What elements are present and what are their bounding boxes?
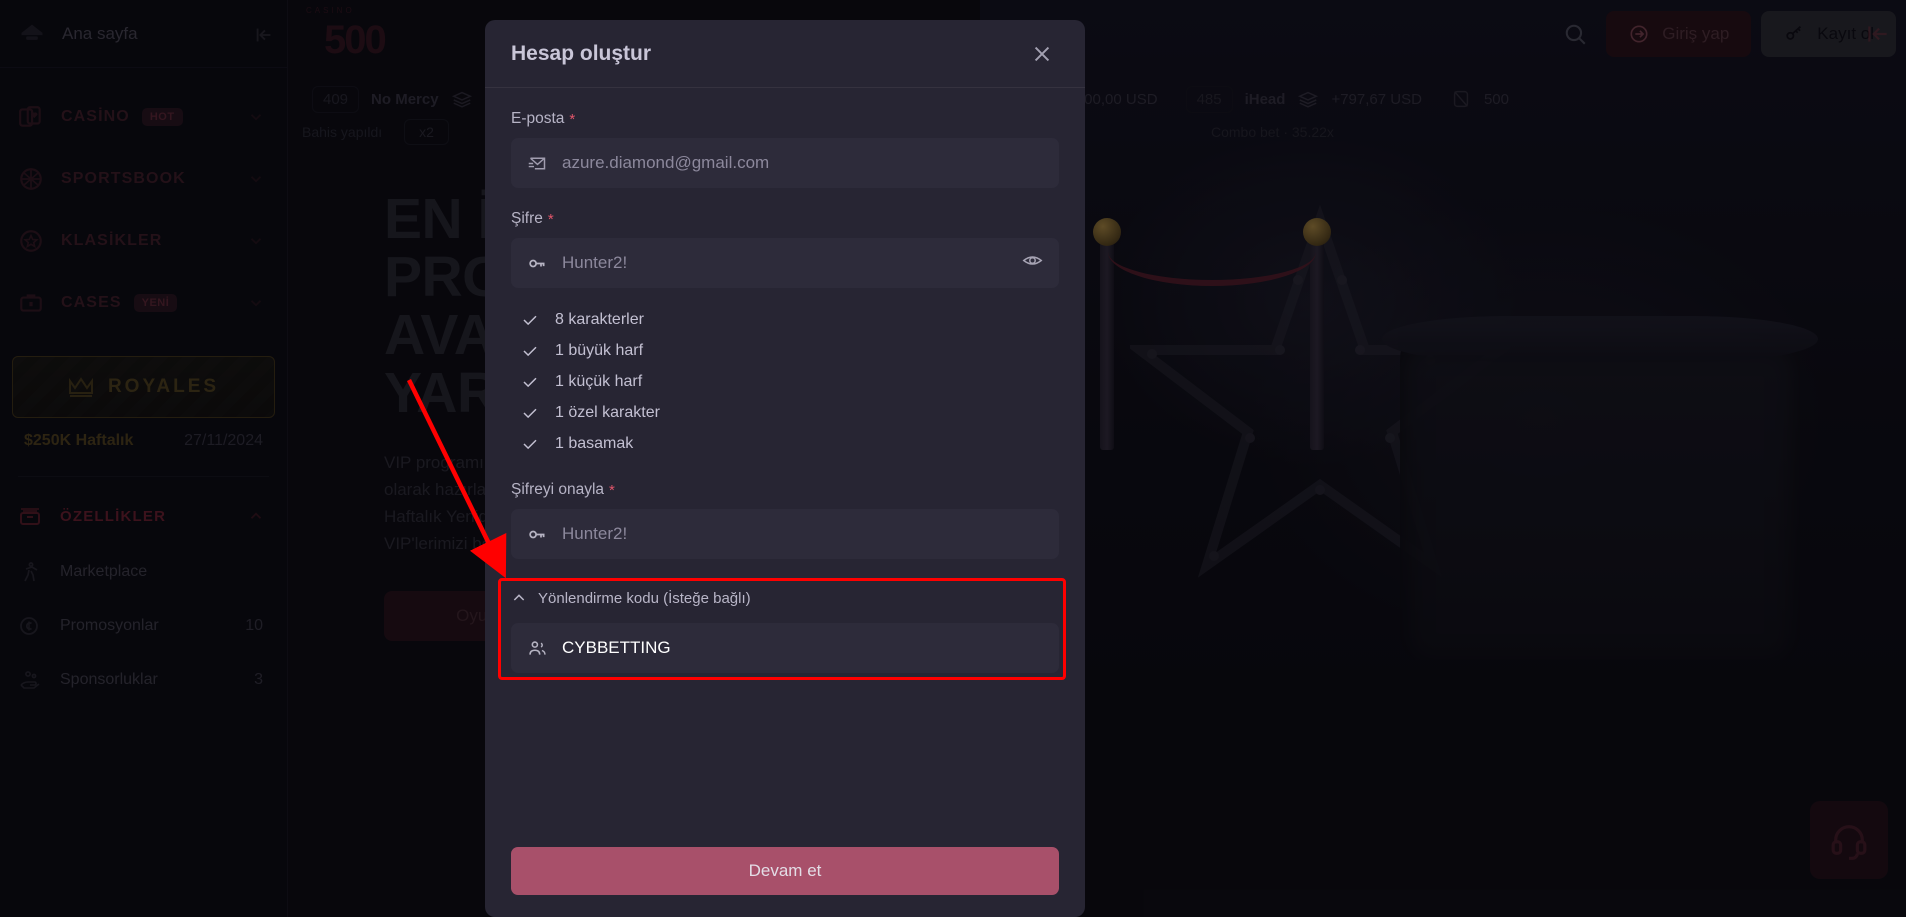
password-label-text: Şifre	[511, 210, 543, 227]
password-requirements-list: 8 karakterler 1 büyük harf 1 küçük harf 1 ö…	[521, 304, 1059, 459]
app-root: EN İYİPROGAVANYARA VIP programımıolarak …	[0, 0, 1906, 917]
password-requirement-label: 1 basamak	[555, 434, 634, 452]
referral-toggle[interactable]: Yönlendirme kodu (İsteğe bağlı)	[511, 581, 1059, 615]
email-label-text: E-posta	[511, 110, 565, 127]
password-requirement-label: 1 büyük harf	[555, 341, 644, 359]
confirm-password-field-label: Şifreyi onayla *	[511, 481, 1059, 499]
password-requirement-label: 1 küçük harf	[555, 372, 643, 390]
password-requirement-row: 1 basamak	[521, 428, 1059, 459]
password-field-label: Şifre *	[511, 210, 1059, 228]
confirm-password-required-marker: *	[609, 481, 615, 499]
confirm-password-label-text: Şifreyi onayla	[511, 481, 605, 498]
modal-header: Hesap oluştur	[485, 20, 1085, 88]
password-requirement-label: 1 özel karakter	[555, 403, 660, 421]
email-field[interactable]: azure.diamond@gmail.com	[511, 138, 1059, 188]
confirm-password-input[interactable]: Hunter2!	[562, 524, 1043, 544]
password-requirement-row: 8 karakterler	[521, 304, 1059, 335]
referral-section: Yönlendirme kodu (İsteğe bağlı) CYBBETTI…	[511, 581, 1059, 673]
check-icon	[523, 408, 537, 418]
password-requirement-row: 1 küçük harf	[521, 366, 1059, 397]
users-icon	[529, 640, 546, 655]
email-required-marker: *	[569, 110, 576, 128]
password-field[interactable]: Hunter2!	[511, 238, 1059, 288]
referral-code-field[interactable]: CYBBETTING	[511, 623, 1059, 673]
check-icon	[523, 346, 537, 356]
chevron-up-icon	[513, 594, 525, 601]
password-requirement-row: 1 özel karakter	[521, 397, 1059, 428]
referral-code-input[interactable]: CYBBETTING	[562, 638, 1043, 658]
check-icon	[523, 315, 537, 325]
password-requirement-row: 1 büyük harf	[521, 335, 1059, 366]
password-visibility-toggle[interactable]	[1022, 250, 1043, 276]
eye-icon	[1022, 256, 1043, 265]
email-input[interactable]: azure.diamond@gmail.com	[562, 153, 1043, 173]
close-icon	[1034, 46, 1050, 61]
key-icon	[529, 530, 545, 538]
modal-close-button[interactable]	[1025, 37, 1059, 71]
mail-icon	[528, 157, 546, 169]
password-required-marker: *	[547, 210, 554, 228]
modal-title: Hesap oluştur	[511, 41, 652, 65]
password-input[interactable]: Hunter2!	[562, 253, 1008, 273]
check-icon	[523, 377, 537, 387]
confirm-password-field[interactable]: Hunter2!	[511, 509, 1059, 559]
email-field-label: E-posta *	[511, 110, 1059, 128]
create-account-modal: Hesap oluştur E-posta * azure.diamond@gm…	[485, 20, 1085, 917]
check-icon	[523, 439, 537, 449]
continue-button[interactable]: Devam et	[511, 847, 1059, 895]
modal-body: E-posta * azure.diamond@gmail.com Şifre …	[485, 88, 1085, 831]
referral-label: Yönlendirme kodu (İsteğe bağlı)	[538, 589, 751, 607]
key-icon	[529, 259, 545, 267]
password-requirement-label: 8 karakterler	[555, 310, 644, 328]
